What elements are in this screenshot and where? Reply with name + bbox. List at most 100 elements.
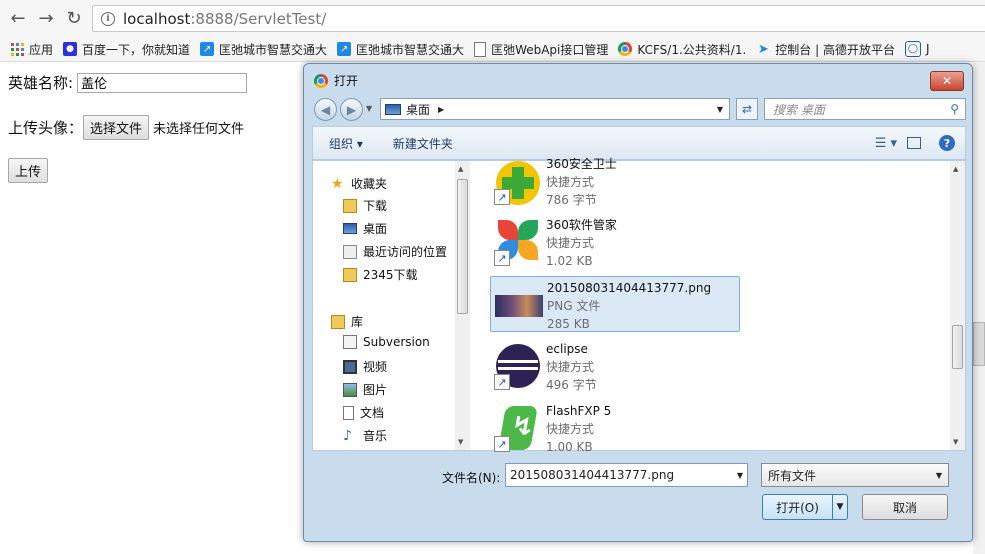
page-scrollbar[interactable] (973, 62, 985, 554)
image-thumbnail-icon (495, 281, 543, 329)
dialog-forward-icon[interactable]: ▶ (340, 98, 363, 121)
bookmark-apps[interactable]: 应用 (10, 41, 53, 58)
bookmark-webapi[interactable]: 匡弛WebApi接口管理 (474, 41, 608, 58)
scroll-down-icon[interactable]: ▼ (953, 438, 958, 446)
dialog-nav-buttons: ◀ ▶ ▼ (314, 98, 372, 122)
filename-dropdown-icon[interactable]: ▼ (737, 471, 743, 480)
scroll-up-icon[interactable]: ▲ (458, 165, 463, 173)
page-scroll-thumb[interactable] (973, 322, 985, 366)
navigation-pane: ★ 收藏夹 下载 桌面 最近访问的位置 2345下载 库 Subversion … (313, 161, 453, 450)
url-host: localhost (123, 9, 191, 28)
choose-file-button[interactable]: 选择文件 (83, 115, 150, 140)
open-file-dialog: 打开 ✕ ◀ ▶ ▼ 桌面 ▶ ▼ ⇄ 搜索 桌面 ⚲ 组织 ▾ 新建文件夹 ☰… (303, 63, 973, 542)
dialog-title: 打开 (334, 74, 359, 88)
nav-recent[interactable]: 最近访问的位置 (343, 243, 447, 260)
location-dropdown-icon[interactable]: ▼ (717, 105, 723, 114)
star-icon: ★ (331, 175, 344, 192)
file-scroll-thumb[interactable] (952, 325, 963, 369)
nav-libraries[interactable]: 库 (331, 313, 363, 330)
no-file-text: 未选择任何文件 (153, 122, 245, 137)
file-list-scrollbar[interactable]: ▲ ▼ (950, 161, 965, 450)
shortcut-arrow-icon: ↗ (494, 374, 510, 390)
globe-icon: ◯ (904, 41, 921, 57)
file-item-flashfxp[interactable]: ↯ ↗ FlashFXP 5 快捷方式 1.00 KB (490, 400, 740, 456)
view-options-icon[interactable]: ☰ ▾ (875, 136, 897, 151)
shortcut-arrow-icon: ↗ (494, 189, 510, 205)
filetype-select[interactable]: 所有文件 ▼ (761, 463, 949, 487)
dialog-back-icon[interactable]: ◀ (314, 98, 337, 121)
nav-desktop[interactable]: 桌面 (343, 220, 387, 237)
address-bar[interactable]: i localhost:8888/ServletTest/ (92, 5, 985, 32)
info-icon[interactable]: i (101, 11, 115, 26)
search-icon[interactable]: ⚲ (950, 102, 959, 116)
chrome-icon (618, 42, 633, 56)
scroll-up-icon[interactable]: ▲ (953, 165, 958, 173)
preview-pane-icon[interactable] (907, 137, 921, 149)
filename-input[interactable]: 201508031404413777.png ▼ (505, 463, 748, 487)
picture-icon (343, 382, 357, 397)
back-icon[interactable]: ← (6, 6, 30, 30)
baidu-paw-icon: ● (63, 42, 78, 56)
360-software-manager-icon: ↗ (494, 218, 542, 266)
desktop-icon (385, 103, 401, 115)
scroll-down-icon[interactable]: ▼ (458, 438, 463, 446)
upload-row: 上传 (8, 158, 49, 183)
nav-music[interactable]: ♪ 音乐 (343, 427, 387, 444)
cancel-button[interactable]: 取消 (862, 494, 948, 520)
360-safe-icon: ↗ (494, 157, 542, 205)
apps-grid-icon (10, 42, 24, 56)
nav-2345-downloads[interactable]: 2345下载 (343, 266, 418, 283)
open-button[interactable]: 打开(O) ▼ (762, 494, 848, 520)
dialog-close-button[interactable]: ✕ (930, 71, 964, 91)
shortcut-arrow-icon: ↗ (494, 436, 510, 452)
filetype-dropdown-icon[interactable]: ▼ (936, 471, 942, 480)
bookmark-amap[interactable]: ➤ 控制台 | 高德开放平台 (756, 41, 895, 58)
chrome-icon (314, 73, 328, 88)
bookmark-traffic-2[interactable]: ↗ 匡弛城市智慧交通大 (337, 41, 464, 58)
bookmark-baidu[interactable]: ● 百度一下，你就知道 (63, 41, 190, 58)
library-icon (331, 314, 345, 329)
file-item-360-software[interactable]: ↗ 360软件管家 快捷方式 1.02 KB (490, 214, 740, 270)
dialog-title-bar: 打开 (314, 72, 358, 89)
hero-name-label: 英雄名称: (8, 74, 74, 92)
nav-documents[interactable]: 文档 (343, 404, 384, 421)
location-text: 桌面 (406, 102, 431, 117)
nav-subversion[interactable]: Subversion (343, 335, 430, 349)
recent-places-icon (343, 244, 357, 259)
nav-pane-scrollbar[interactable]: ▲ ▼ (455, 161, 470, 450)
download-folder-icon (343, 198, 357, 213)
url-path: :8888/ServletTest/ (190, 9, 327, 28)
nav-scroll-thumb[interactable] (457, 179, 468, 314)
upload-button[interactable]: 上传 (8, 158, 49, 183)
open-split-icon[interactable]: ▼ (832, 495, 847, 519)
file-item-360safe[interactable]: ↗ 360安全卫士 快捷方式 786 字节 (490, 153, 740, 209)
hero-name-input[interactable] (77, 72, 248, 93)
nav-videos[interactable]: 视频 (343, 358, 387, 375)
file-item-png-selected[interactable]: 201508031404413777.png PNG 文件 285 KB (490, 276, 740, 332)
organize-menu[interactable]: 组织 ▾ (329, 135, 363, 152)
amap-icon: ➤ (757, 41, 769, 57)
eclipse-icon: ↗ (494, 342, 542, 390)
page-icon (474, 41, 487, 57)
reload-icon[interactable]: ↻ (62, 6, 86, 30)
help-icon[interactable]: ? (939, 135, 955, 151)
nav-downloads[interactable]: 下载 (343, 197, 387, 214)
bookmark-j[interactable]: ◯ J (904, 41, 930, 57)
new-folder-button[interactable]: 新建文件夹 (393, 135, 453, 152)
forward-icon[interactable]: → (34, 6, 58, 30)
nav-favorites[interactable]: ★ 收藏夹 (331, 175, 387, 192)
location-breadcrumb[interactable]: 桌面 ▶ ▼ (380, 98, 730, 120)
link-arrow-icon: ↗ (200, 42, 215, 56)
search-placeholder: 搜索 桌面 (773, 102, 825, 117)
flashfxp-icon: ↯ ↗ (494, 404, 542, 452)
dialog-refresh-icon[interactable]: ⇄ (736, 98, 758, 120)
breadcrumb-arrow-icon[interactable]: ▶ (438, 105, 444, 114)
bookmark-kcfs[interactable]: KCFS/1.公共资料/1. (618, 41, 746, 58)
file-item-eclipse[interactable]: ↗ eclipse 快捷方式 496 字节 (490, 338, 740, 394)
dialog-search-box[interactable]: 搜索 桌面 ⚲ (764, 98, 966, 120)
bookmark-traffic-1[interactable]: ↗ 匡弛城市智慧交通大 (200, 41, 327, 58)
history-dropdown-icon[interactable]: ▼ (366, 104, 372, 113)
nav-pictures[interactable]: 图片 (343, 381, 387, 398)
dialog-bottom-bar: 文件名(N): 201508031404413777.png ▼ 所有文件 ▼ … (304, 451, 972, 541)
video-icon (343, 359, 357, 374)
